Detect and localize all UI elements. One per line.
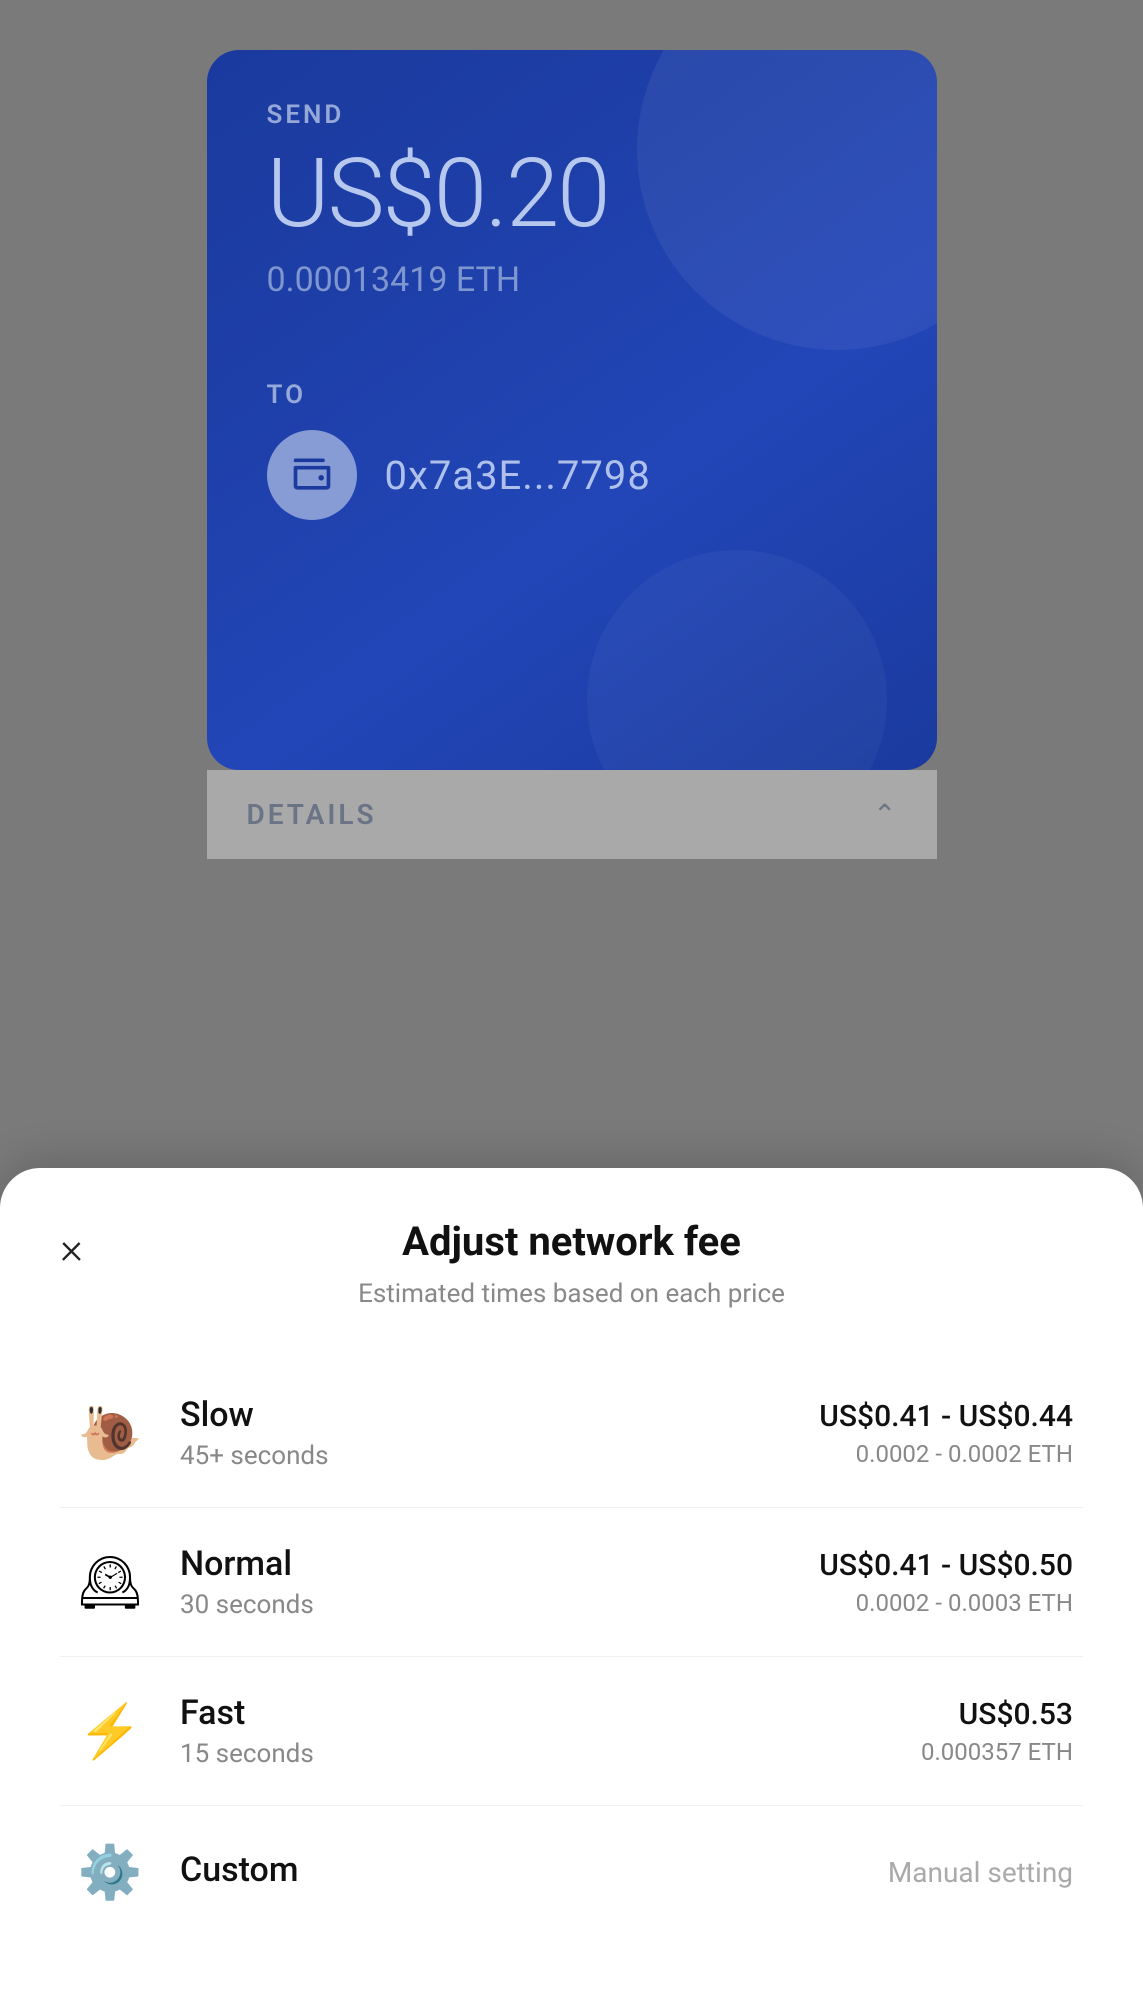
normal-prices: US$0.41 - US$0.50 0.0002 - 0.0003 ETH: [819, 1548, 1073, 1617]
fast-info: Fast 15 seconds: [180, 1693, 921, 1769]
recipient-address: 0x7a3E...7798: [385, 452, 651, 499]
fee-option-normal[interactable]: 🕰 Normal 30 secondsUS$0.41 - US$0.50 0.0002…: [60, 1508, 1083, 1657]
fee-options-list: 🐌 Slow 45+ secondsUS$0.41 - US$0.44 0.0002 …: [60, 1359, 1083, 1939]
normal-usd: US$0.41 - US$0.50: [819, 1548, 1073, 1583]
fee-option-custom[interactable]: ⚙️ CustomManual setting: [60, 1806, 1083, 1939]
send-amount-eth: 0.00013419 ETH: [267, 260, 877, 300]
fee-option-fast[interactable]: ⚡ Fast 15 secondsUS$0.53 0.000357 ETH: [60, 1657, 1083, 1806]
slow-name: Slow: [180, 1395, 819, 1435]
slow-eth: 0.0002 - 0.0002 ETH: [819, 1440, 1073, 1468]
fast-name: Fast: [180, 1693, 921, 1733]
fee-option-slow[interactable]: 🐌 Slow 45+ secondsUS$0.41 - US$0.44 0.0002 …: [60, 1359, 1083, 1508]
normal-name: Normal: [180, 1544, 819, 1584]
details-bar[interactable]: DETAILS ⌃: [207, 770, 937, 859]
sheet-subtitle: Estimated times based on each price: [358, 1279, 785, 1309]
details-label: DETAILS: [247, 798, 377, 831]
normal-info: Normal 30 seconds: [180, 1544, 819, 1620]
send-label: SEND: [267, 100, 877, 130]
fast-prices: US$0.53 0.000357 ETH: [921, 1697, 1073, 1766]
slow-prices: US$0.41 - US$0.44 0.0002 - 0.0002 ETH: [819, 1399, 1073, 1468]
fast-icon: ⚡: [70, 1701, 150, 1762]
close-button[interactable]: ×: [60, 1226, 83, 1270]
wallet-icon: [267, 430, 357, 520]
fast-eth: 0.000357 ETH: [921, 1738, 1073, 1766]
fast-time: 15 seconds: [180, 1739, 921, 1769]
sheet-title: Adjust network fee: [402, 1218, 741, 1265]
custom-prices: Manual setting: [888, 1856, 1073, 1889]
chevron-up-icon: ⌃: [873, 798, 896, 831]
custom-info: Custom: [180, 1850, 888, 1896]
custom-name: Custom: [180, 1850, 888, 1890]
to-address-row: 0x7a3E...7798: [267, 430, 877, 520]
custom-manual: Manual setting: [888, 1856, 1073, 1889]
slow-time: 45+ seconds: [180, 1441, 819, 1471]
bottom-sheet: × Adjust network fee Estimated times bas…: [0, 1168, 1143, 1999]
normal-eth: 0.0002 - 0.0003 ETH: [819, 1589, 1073, 1617]
normal-icon: 🕰: [70, 1552, 150, 1613]
fast-usd: US$0.53: [921, 1697, 1073, 1732]
slow-icon: 🐌: [70, 1403, 150, 1464]
slow-usd: US$0.41 - US$0.44: [819, 1399, 1073, 1434]
send-amount-usd: US$0.20: [267, 146, 877, 242]
slow-info: Slow 45+ seconds: [180, 1395, 819, 1471]
to-label: TO: [267, 380, 877, 410]
custom-icon: ⚙️: [70, 1842, 150, 1903]
send-card: SEND US$0.20 0.00013419 ETH TO 0x7a3E...…: [207, 50, 937, 770]
normal-time: 30 seconds: [180, 1590, 819, 1620]
sheet-header: × Adjust network fee Estimated times bas…: [60, 1218, 1083, 1309]
